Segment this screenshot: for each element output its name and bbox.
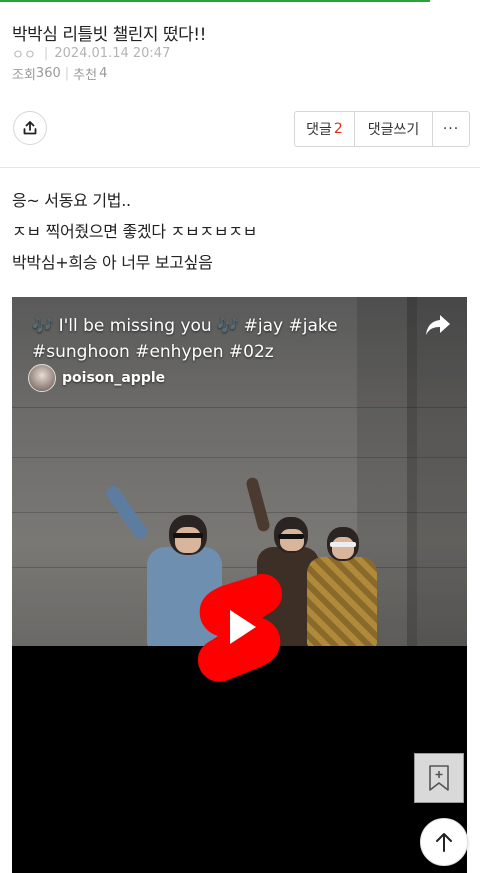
write-comment-button[interactable]: 댓글쓰기 — [355, 112, 433, 146]
body-line: 박박심+희승 아 너무 보고싶음 — [12, 253, 213, 272]
meta-separator: | — [43, 46, 49, 61]
comments-button[interactable]: 댓글 2 — [295, 112, 355, 146]
channel-avatar[interactable] — [28, 364, 56, 392]
post-datetime: 2024.01.14 20:47 — [54, 46, 171, 61]
views-label: 조회 — [12, 68, 36, 83]
wall-line — [12, 407, 467, 408]
share-arrow-icon — [426, 315, 450, 335]
more-button[interactable]: ··· — [433, 112, 469, 146]
comments-label: 댓글 — [306, 122, 332, 138]
body-line: 응~ 서동요 기법.. — [12, 191, 131, 210]
section-divider — [0, 167, 480, 168]
wall-line — [12, 567, 467, 568]
scroll-to-top-button[interactable] — [420, 818, 468, 866]
arrow-up-icon — [436, 833, 452, 852]
likes-label: 추천 — [73, 68, 98, 83]
channel-name[interactable]: poison_apple — [62, 370, 165, 386]
views-count: 360 — [35, 66, 61, 81]
likes-count: 4 — [99, 66, 108, 81]
share-button[interactable] — [13, 111, 47, 145]
body-line: ㅈㅂ 찍어줬으면 좋겠다 ㅈㅂㅈㅂㅈㅂ — [12, 222, 258, 241]
post-title: 박박심 리틀빗 챌린지 떴다!! — [12, 25, 206, 45]
youtube-shorts-play-icon — [198, 574, 282, 682]
author-name[interactable]: ㅇㅇ — [12, 44, 36, 63]
bookmark-button[interactable] — [414, 753, 464, 803]
post-body: 응~ 서동요 기법.. ㅈㅂ 찍어줬으면 좋겠다 ㅈㅂㅈㅂㅈㅂ 박박심+희승 아… — [12, 188, 257, 281]
wall-line — [12, 457, 467, 458]
post-meta-author: ㅇㅇ | 2024.01.14 20:47 — [12, 44, 170, 63]
meta-separator: | — [64, 66, 70, 81]
bookmark-add-icon — [429, 765, 449, 791]
video-title[interactable]: 🎶 I'll be missing you 🎶 #jay #jake #sung… — [32, 313, 427, 365]
comments-count: 2 — [333, 121, 343, 137]
comment-action-group: 댓글 2 댓글쓰기 ··· — [294, 111, 470, 147]
video-channel[interactable]: poison_apple — [28, 364, 165, 392]
play-button[interactable] — [196, 572, 284, 686]
dancer-figure — [302, 497, 382, 646]
post-meta-stats: 조회 360 | 추천 4 — [12, 64, 107, 83]
video-share-button[interactable] — [424, 313, 452, 341]
top-accent-line — [0, 0, 430, 2]
share-icon — [23, 121, 37, 135]
wall-line — [12, 512, 467, 513]
embedded-video[interactable]: 🎶 I'll be missing you 🎶 #jay #jake #sung… — [12, 297, 467, 873]
